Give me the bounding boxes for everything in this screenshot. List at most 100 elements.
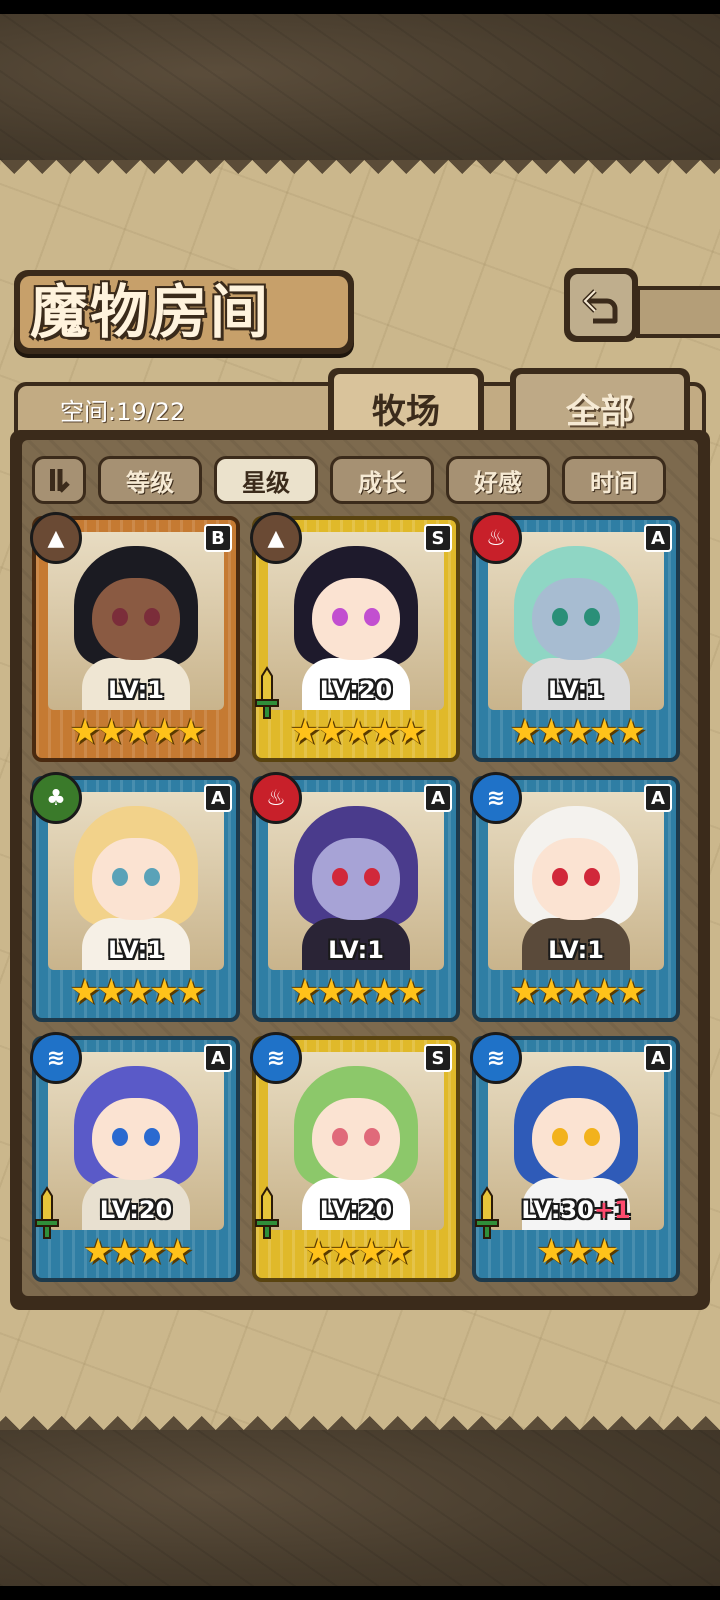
portrait-face bbox=[92, 1098, 180, 1180]
navigation-bar bbox=[0, 1586, 720, 1600]
leaf-element-icon: ♣ bbox=[30, 772, 82, 824]
level-bonus: +1 bbox=[593, 1196, 631, 1224]
portrait-eye bbox=[144, 1128, 160, 1146]
star-rating: ★★★★★ bbox=[509, 972, 646, 1012]
star-rating: ★★★★★ bbox=[509, 712, 646, 752]
sort-star-button[interactable]: 星级 bbox=[214, 456, 318, 504]
monster-card[interactable]: ♨ A LV:1 ★★★★★ bbox=[470, 512, 680, 762]
star-rating: ★★★★★ bbox=[69, 972, 206, 1012]
portrait-face bbox=[312, 578, 400, 660]
level-text: LV:1 bbox=[108, 936, 164, 964]
rank-badge: S bbox=[424, 1044, 452, 1072]
portrait-eye bbox=[364, 868, 380, 886]
rank-badge: A bbox=[644, 524, 672, 552]
star-rating: ★★★★★ bbox=[289, 972, 426, 1012]
monster-card[interactable]: ≋ S LV:20 ★★★★ bbox=[250, 1032, 460, 1282]
portrait-eye bbox=[112, 868, 128, 886]
monster-level: LV:1 bbox=[32, 676, 240, 704]
monster-card[interactable]: ≋ A LV:20 ★★★★ bbox=[30, 1032, 240, 1282]
map-background-top bbox=[0, 14, 720, 160]
sort-time-label: 时间 bbox=[565, 459, 663, 501]
portrait-eye bbox=[112, 608, 128, 626]
portrait-eye bbox=[584, 608, 600, 626]
sort-level-label: 等级 bbox=[101, 459, 199, 501]
star-rating: ★★★★ bbox=[83, 1232, 193, 1272]
rank-badge: S bbox=[424, 524, 452, 552]
portrait-eye bbox=[584, 1128, 600, 1146]
monster-level: LV:1 bbox=[472, 676, 680, 704]
page-title: 魔物房间 bbox=[30, 278, 271, 346]
level-text: LV:20 bbox=[319, 1196, 393, 1224]
portrait-eye bbox=[584, 868, 600, 886]
sort-growth-button[interactable]: 成长 bbox=[330, 456, 434, 504]
monster-level: LV:1 bbox=[252, 936, 460, 964]
monster-card[interactable]: ≋ A LV:30+1 ★★★ bbox=[470, 1032, 680, 1282]
level-text: LV:1 bbox=[108, 676, 164, 704]
fire-element-icon: ♨ bbox=[470, 512, 522, 564]
sort-affection-label: 好感 bbox=[449, 459, 547, 501]
return-arrow-icon bbox=[582, 289, 618, 324]
monster-level: LV:1 bbox=[472, 936, 680, 964]
earth-element-icon: ▲ bbox=[30, 512, 82, 564]
monster-level: LV:1 bbox=[32, 936, 240, 964]
monster-level: LV:20 bbox=[32, 1196, 240, 1224]
monster-card[interactable]: ▲ B LV:1 ★★★★★ bbox=[30, 512, 240, 762]
zigzag-border-bottom bbox=[0, 1402, 720, 1430]
portrait-face bbox=[532, 838, 620, 920]
star-rating: ★★★★ bbox=[303, 1232, 413, 1272]
portrait-eye bbox=[552, 1128, 568, 1146]
water-element-icon: ≋ bbox=[30, 1032, 82, 1084]
portrait-face bbox=[532, 1098, 620, 1180]
portrait-eye bbox=[552, 868, 568, 886]
sort-toolbar: 等级 星级 成长 好感 时间 bbox=[32, 456, 692, 506]
level-text: LV:20 bbox=[99, 1196, 173, 1224]
monster-card[interactable]: ♨ A LV:1 ★★★★★ bbox=[250, 772, 460, 1022]
portrait-eye bbox=[144, 868, 160, 886]
sort-star-label: 星级 bbox=[217, 459, 315, 501]
portrait-face bbox=[312, 838, 400, 920]
portrait-eye bbox=[364, 1128, 380, 1146]
portrait-eye bbox=[144, 608, 160, 626]
level-text: LV:30 bbox=[521, 1196, 594, 1224]
star-rating: ★★★★★ bbox=[289, 712, 426, 752]
sort-time-button[interactable]: 时间 bbox=[562, 456, 666, 504]
water-element-icon: ≋ bbox=[250, 1032, 302, 1084]
level-text: LV:1 bbox=[548, 676, 604, 704]
monster-level: LV:20 bbox=[252, 676, 460, 704]
star-rating: ★★★ bbox=[536, 1232, 619, 1272]
portrait-eye bbox=[332, 608, 348, 626]
portrait-face bbox=[92, 578, 180, 660]
rank-badge: A bbox=[644, 1044, 672, 1072]
level-text: LV:20 bbox=[319, 676, 393, 704]
level-text: LV:1 bbox=[548, 936, 604, 964]
earth-element-icon: ▲ bbox=[250, 512, 302, 564]
monster-card[interactable]: ≋ A LV:1 ★★★★★ bbox=[470, 772, 680, 1022]
back-button-rail bbox=[636, 286, 720, 338]
sort-level-button[interactable]: 等级 bbox=[98, 456, 202, 504]
sort-order-toggle[interactable] bbox=[32, 456, 86, 504]
portrait-eye bbox=[332, 1128, 348, 1146]
rank-badge: A bbox=[644, 784, 672, 812]
monster-level: LV:30+1 bbox=[472, 1196, 680, 1224]
status-bar bbox=[0, 0, 720, 14]
fire-element-icon: ♨ bbox=[250, 772, 302, 824]
monster-card[interactable]: ♣ A LV:1 ★★★★★ bbox=[30, 772, 240, 1022]
sort-affection-button[interactable]: 好感 bbox=[446, 456, 550, 504]
sort-order-icon bbox=[50, 469, 70, 493]
rank-badge: A bbox=[204, 1044, 232, 1072]
map-background-bottom bbox=[0, 1430, 720, 1586]
portrait-eye bbox=[552, 608, 568, 626]
portrait-eye bbox=[332, 868, 348, 886]
portrait-eye bbox=[112, 1128, 128, 1146]
rank-badge: A bbox=[424, 784, 452, 812]
portrait-face bbox=[532, 578, 620, 660]
water-element-icon: ≋ bbox=[470, 1032, 522, 1084]
level-text: LV:1 bbox=[328, 936, 384, 964]
rank-badge: B bbox=[204, 524, 232, 552]
back-button[interactable] bbox=[564, 268, 638, 342]
space-capacity: 空间:19/22 bbox=[60, 398, 186, 426]
monster-card[interactable]: ▲ S LV:20 ★★★★★ bbox=[250, 512, 460, 762]
sort-growth-label: 成长 bbox=[333, 459, 431, 501]
zigzag-border-top bbox=[0, 160, 720, 188]
water-element-icon: ≋ bbox=[470, 772, 522, 824]
